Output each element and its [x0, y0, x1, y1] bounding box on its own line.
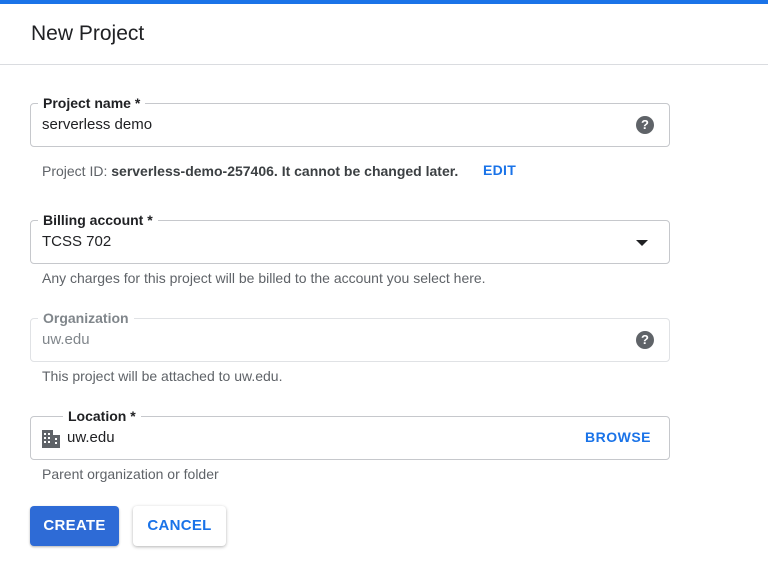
location-label: Location *	[63, 408, 141, 424]
help-icon[interactable]: ?	[636, 116, 654, 134]
project-id-hint: Project ID: serverless-demo-257406. It c…	[42, 163, 458, 179]
project-id-prefix: Project ID:	[42, 163, 108, 179]
billing-account-select[interactable]: Billing account * TCSS 702	[30, 212, 670, 264]
project-name-input[interactable]: serverless demo	[42, 116, 152, 134]
project-name-field[interactable]: Project name * serverless demo ?	[30, 95, 670, 147]
dropdown-arrow-icon	[636, 240, 648, 246]
create-button[interactable]: CREATE	[30, 506, 119, 546]
project-id-value: serverless-demo-257406.	[111, 163, 278, 179]
billing-hint: Any charges for this project will be bil…	[42, 270, 486, 286]
organization-hint: This project will be attached to uw.edu.	[42, 368, 283, 384]
organization-field: Organization uw.edu ?	[30, 310, 670, 362]
page-header: New Project	[0, 4, 768, 65]
project-id-suffix: It cannot be changed later.	[281, 163, 459, 179]
organization-value: uw.edu	[42, 331, 90, 348]
building-icon	[42, 430, 60, 448]
edit-project-id-link[interactable]: EDIT	[483, 162, 516, 178]
cancel-button[interactable]: CANCEL	[133, 506, 226, 546]
location-value: uw.edu	[67, 429, 115, 446]
location-field[interactable]: Location * uw.edu BROWSE	[30, 408, 670, 460]
help-icon[interactable]: ?	[636, 331, 654, 349]
project-name-label: Project name *	[38, 95, 146, 111]
billing-account-label: Billing account *	[38, 212, 158, 228]
billing-account-value: TCSS 702	[42, 233, 112, 250]
location-hint: Parent organization or folder	[42, 466, 219, 482]
organization-label: Organization	[38, 310, 134, 326]
browse-button[interactable]: BROWSE	[585, 429, 651, 445]
page-title: New Project	[31, 22, 145, 45]
